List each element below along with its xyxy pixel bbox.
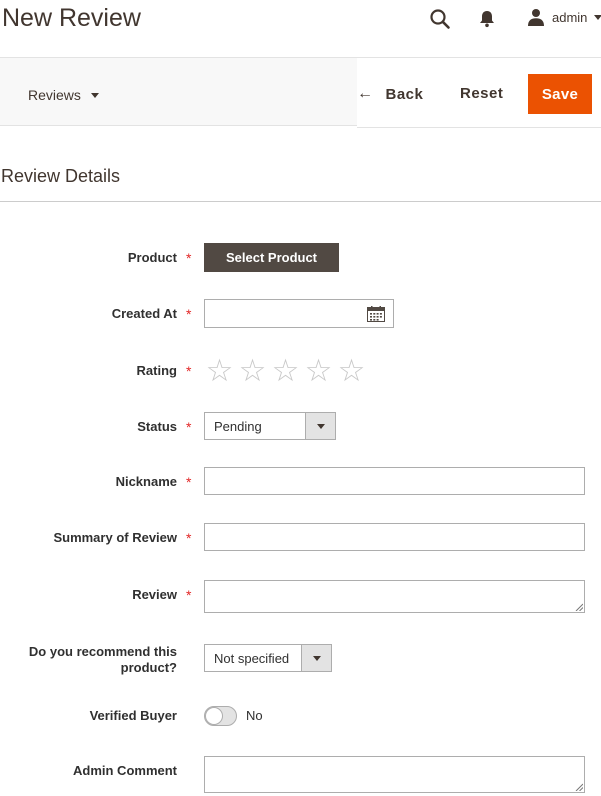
arrow-left-icon: ←: [357, 85, 374, 102]
user-menu[interactable]: admin: [527, 8, 601, 26]
verified-buyer-state: No: [246, 708, 263, 723]
toggle-knob: [205, 707, 223, 725]
nickname-input[interactable]: [204, 467, 585, 495]
chevron-down-icon: [594, 14, 601, 20]
resize-handle-icon[interactable]: [575, 783, 583, 791]
recommend-select[interactable]: Not specified: [204, 644, 332, 672]
verified-buyer-toggle[interactable]: [204, 706, 237, 726]
admin-comment-textarea[interactable]: [204, 756, 585, 793]
required-mark: *: [186, 419, 192, 435]
recommend-label-line2: product?: [120, 660, 177, 675]
recommend-select-value: Not specified: [214, 650, 290, 666]
page-title: New Review: [2, 4, 141, 32]
user-icon: [528, 9, 544, 26]
store-switcher-label: Reviews: [28, 87, 81, 103]
nickname-label: Nickname: [115, 474, 177, 489]
required-mark: *: [186, 530, 192, 546]
summary-label: Summary of Review: [53, 530, 177, 545]
verified-buyer-label: Verified Buyer: [89, 708, 177, 723]
save-button[interactable]: Save: [528, 74, 592, 114]
required-mark: *: [186, 306, 192, 322]
created-at-input[interactable]: [204, 299, 394, 328]
product-label: Product: [127, 250, 177, 265]
recommend-label: Do you recommend this product?: [29, 644, 177, 676]
status-select[interactable]: Pending: [204, 412, 336, 440]
page-actions-bar: Reviews ← Back Reset Save: [0, 57, 601, 128]
store-switcher[interactable]: Reviews: [28, 87, 99, 103]
section-title: Review Details: [1, 166, 121, 186]
required-mark: *: [186, 363, 192, 379]
required-mark: *: [186, 587, 192, 603]
admin-comment-label: Admin Comment: [73, 763, 177, 778]
calendar-icon[interactable]: [367, 306, 385, 322]
resize-handle-icon[interactable]: [575, 603, 583, 611]
summary-input[interactable]: [204, 523, 585, 551]
recommend-label-line1: Do you recommend this: [28, 644, 177, 659]
back-button-label: Back: [385, 85, 424, 103]
review-textarea[interactable]: [204, 580, 585, 613]
back-button[interactable]: ← Back: [357, 85, 423, 103]
star-2-icon[interactable]: ☆: [236, 355, 269, 386]
notifications-bell-icon[interactable]: [478, 9, 496, 29]
rating-label: Rating: [136, 363, 177, 378]
chevron-down-icon: [90, 92, 99, 98]
created-at-label: Created At: [111, 306, 177, 321]
star-4-icon[interactable]: ☆: [302, 355, 335, 386]
status-label: Status: [137, 419, 177, 434]
review-label: Review: [132, 587, 177, 602]
chevron-down-icon: [305, 413, 335, 439]
user-name: admin: [552, 9, 588, 25]
section-divider: [0, 201, 601, 202]
status-select-value: Pending: [214, 418, 262, 434]
reset-button[interactable]: Reset: [460, 85, 503, 102]
star-3-icon[interactable]: ☆: [269, 355, 302, 386]
chevron-down-icon: [301, 645, 331, 671]
rating-stars: ☆ ☆ ☆ ☆ ☆: [203, 355, 368, 386]
select-product-button[interactable]: Select Product: [204, 243, 339, 272]
required-mark: *: [186, 474, 192, 490]
star-5-icon[interactable]: ☆: [335, 355, 368, 386]
required-mark: *: [186, 250, 192, 266]
search-icon[interactable]: [429, 8, 451, 30]
star-1-icon[interactable]: ☆: [203, 355, 236, 386]
